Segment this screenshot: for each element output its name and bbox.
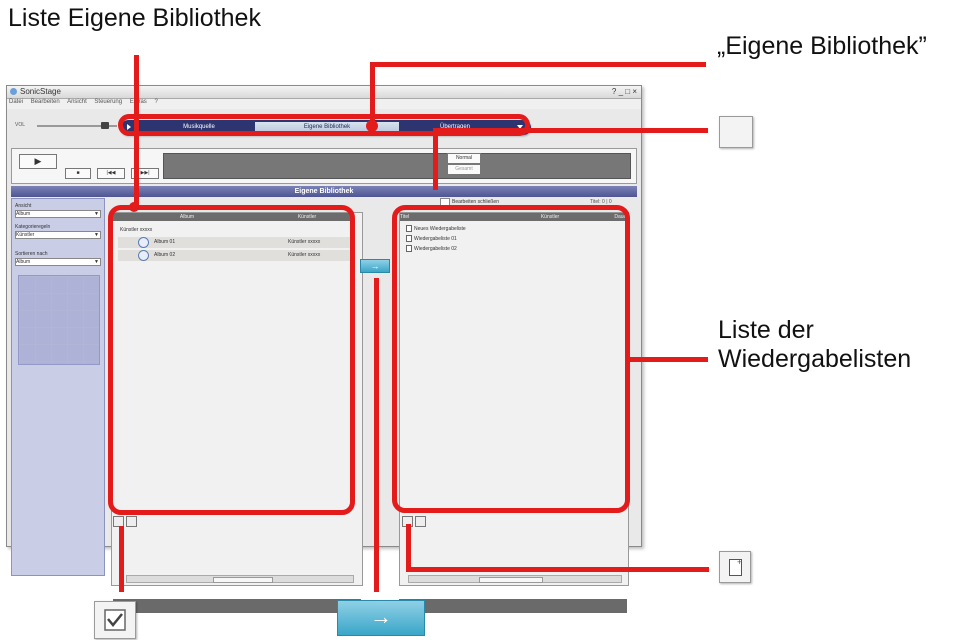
menu-item-datei[interactable]: Datei [9,99,23,105]
chevron-down-icon: ▼ [94,259,99,265]
leader-line [406,524,411,570]
volume-label: VOL [15,122,26,128]
sort-select-value: Künstler [16,232,35,238]
leader-line [433,128,438,190]
view-select-value: Album [16,211,31,217]
leader-line [370,62,375,128]
highlight-playlist-list [392,205,630,513]
play-mode-select[interactable]: Normal [447,153,481,164]
leader-line [433,128,708,133]
window-controls[interactable]: ? _ □ × [612,87,637,96]
right-arrow-icon: → [370,261,380,271]
callout-playlist-line1: Liste der [718,316,814,344]
transfer-arrow-callout: → [337,600,425,636]
leader-line [374,278,379,592]
leader-dot [366,120,378,132]
callout-playlist-line2: Wiedergabelisten [718,344,912,373]
menu-bar: Datei Bearbeiten Ansicht Steuerung Extra… [7,99,641,109]
leader-line [119,526,124,592]
leader-line [370,62,706,67]
playlist-toolbar [399,599,627,613]
leader-line [626,357,708,362]
menu-item-steuerung[interactable]: Steuerung [94,99,122,105]
album-grid[interactable] [18,275,100,365]
playlist-scroll-thumb[interactable] [479,577,543,583]
callout-library-tab: „Eigene Bibliothek” [717,32,927,60]
volume-thumb[interactable] [101,122,109,129]
chevron-down-icon: ▼ [94,211,99,217]
prev-button[interactable]: |◀◀ [97,168,125,179]
stop-button[interactable]: ■ [65,168,91,179]
highlight-library-list [108,205,355,515]
filter-select[interactable]: Album ▼ [15,258,101,266]
leader-line [406,567,709,572]
callout-library-list: Liste Eigene Bibliothek [8,4,261,32]
menu-item-help[interactable]: ? [154,99,157,105]
right-arrow-icon: → [370,604,392,629]
library-scrollbar[interactable] [126,575,354,583]
blank-button-icon [719,116,753,148]
view-select[interactable]: Album ▼ [15,210,101,218]
library-scroll-thumb[interactable] [213,577,273,583]
callout-playlist-list: Liste der Wiedergabelisten [718,316,911,374]
filter-label: Sortieren nach [15,251,48,257]
volume-slider[interactable]: VOL [15,122,117,130]
menu-item-bearbeiten[interactable]: Bearbeiten [31,99,60,105]
chevron-down-icon: ▼ [94,232,99,238]
window-title: SonicStage [20,87,61,96]
play-mode-sub[interactable]: Gesamt [447,164,481,175]
player-display [163,153,631,179]
library-toolbar [113,599,361,613]
app-logo-icon [10,88,17,95]
playlist-toolbar-button[interactable] [415,516,426,527]
sidebar: Ansicht Album ▼ Kategorieregeln Künstler ▼… [11,198,105,576]
new-playlist-icon: + [719,551,751,583]
add-to-playlist-button[interactable]: → [360,259,390,273]
play-button[interactable]: ▶ [19,154,57,169]
library-toolbar-button[interactable] [126,516,137,527]
sort-label: Kategorieregeln [15,224,51,230]
sort-select[interactable]: Künstler ▼ [15,231,101,239]
leader-line [134,55,139,207]
title-bar: SonicStage ? _ □ × [7,86,641,99]
view-label: Ansicht [15,203,32,209]
menu-item-ansicht[interactable]: Ansicht [67,99,87,105]
panel-header: Eigene Bibliothek [11,186,637,197]
checkmark-icon [94,601,136,639]
filter-select-value: Album [16,259,31,265]
leader-dot [129,202,139,212]
playlist-scrollbar[interactable] [408,575,622,583]
